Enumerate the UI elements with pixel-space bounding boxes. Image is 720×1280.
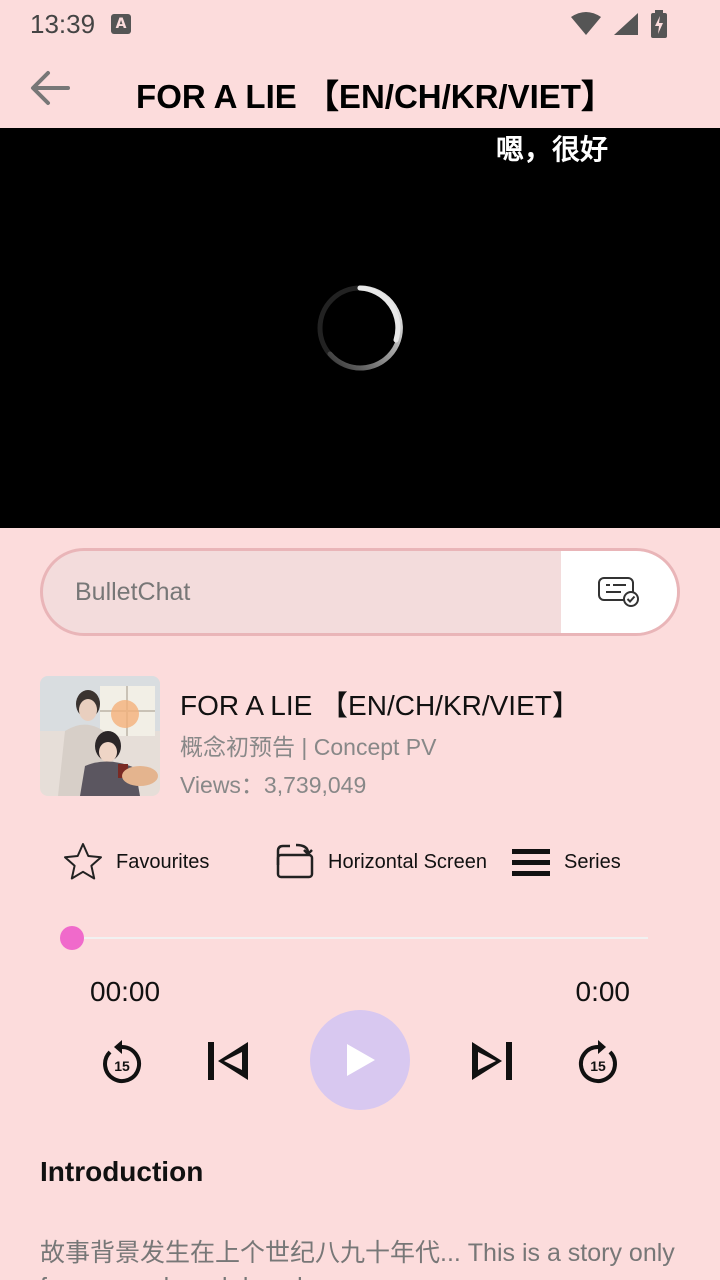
action-row: Favourites Horizontal Screen Series	[0, 836, 720, 888]
series-label: Series	[564, 850, 621, 873]
play-icon	[347, 1044, 375, 1076]
rewind-15-button[interactable]: 15	[100, 1038, 144, 1086]
cover-illustration	[40, 676, 160, 796]
wifi-icon	[571, 12, 601, 35]
app-header: FOR A LIE 【EN/CH/KR/VIET】	[0, 48, 720, 128]
skip-next-icon	[472, 1042, 512, 1080]
svg-text:15: 15	[590, 1058, 606, 1074]
forward-15-button[interactable]: 15	[576, 1038, 620, 1086]
forward-15-icon: 15	[578, 1040, 617, 1083]
bullet-chat-input[interactable]: BulletChat	[43, 551, 561, 633]
favourites-button[interactable]: Favourites	[62, 836, 209, 888]
horizontal-screen-button[interactable]: Horizontal Screen	[274, 836, 487, 888]
seek-track	[70, 937, 648, 939]
loading-spinner-icon	[317, 285, 403, 371]
seek-thumb[interactable]	[60, 926, 84, 950]
horizontal-screen-label: Horizontal Screen	[328, 850, 487, 873]
view-count: Views：3,739,049	[180, 772, 367, 798]
video-title: FOR A LIE 【EN/CH/KR/VIET】	[180, 690, 580, 721]
bullet-chat-send-icon	[598, 577, 639, 607]
video-subtitle: 概念初预告 | Concept PV	[180, 734, 437, 760]
svg-text:15: 15	[114, 1058, 130, 1074]
star-icon	[64, 843, 102, 880]
skip-previous-icon	[208, 1042, 248, 1080]
danmaku-comment: 嗯，很好	[496, 133, 609, 166]
introduction-heading: Introduction	[40, 1156, 204, 1187]
video-player[interactable]: 嗯，很好	[0, 128, 720, 528]
bullet-chat-bar: BulletChat	[40, 548, 680, 636]
play-button[interactable]	[310, 1010, 410, 1110]
rewind-15-icon: 15	[103, 1040, 142, 1083]
keyboard-a-icon: A	[111, 14, 132, 34]
total-time: 0:00	[575, 976, 631, 1007]
list-icon	[512, 849, 550, 876]
signal-icon	[614, 13, 638, 35]
introduction-text: 故事背景发生在上个世纪八九十年代... This is a story only…	[40, 1239, 675, 1280]
video-info: FOR A LIE 【EN/CH/KR/VIET】 概念初预告 | Concep…	[40, 676, 700, 798]
favourites-label: Favourites	[116, 850, 210, 873]
status-icons	[570, 10, 668, 38]
current-time: 00:00	[90, 976, 161, 1007]
rotate-screen-icon	[276, 843, 314, 879]
seek-bar[interactable]	[60, 926, 652, 950]
cover-image[interactable]	[40, 676, 160, 796]
bullet-chat-send-button[interactable]	[561, 551, 677, 633]
page-title: FOR A LIE 【EN/CH/KR/VIET】	[136, 78, 614, 115]
battery-charging-icon	[651, 10, 667, 38]
status-bar: 13:39 A	[0, 0, 720, 48]
previous-button[interactable]	[206, 1040, 250, 1082]
status-time: 13:39	[30, 8, 96, 39]
series-button[interactable]: Series	[510, 836, 621, 888]
next-button[interactable]	[470, 1040, 514, 1082]
